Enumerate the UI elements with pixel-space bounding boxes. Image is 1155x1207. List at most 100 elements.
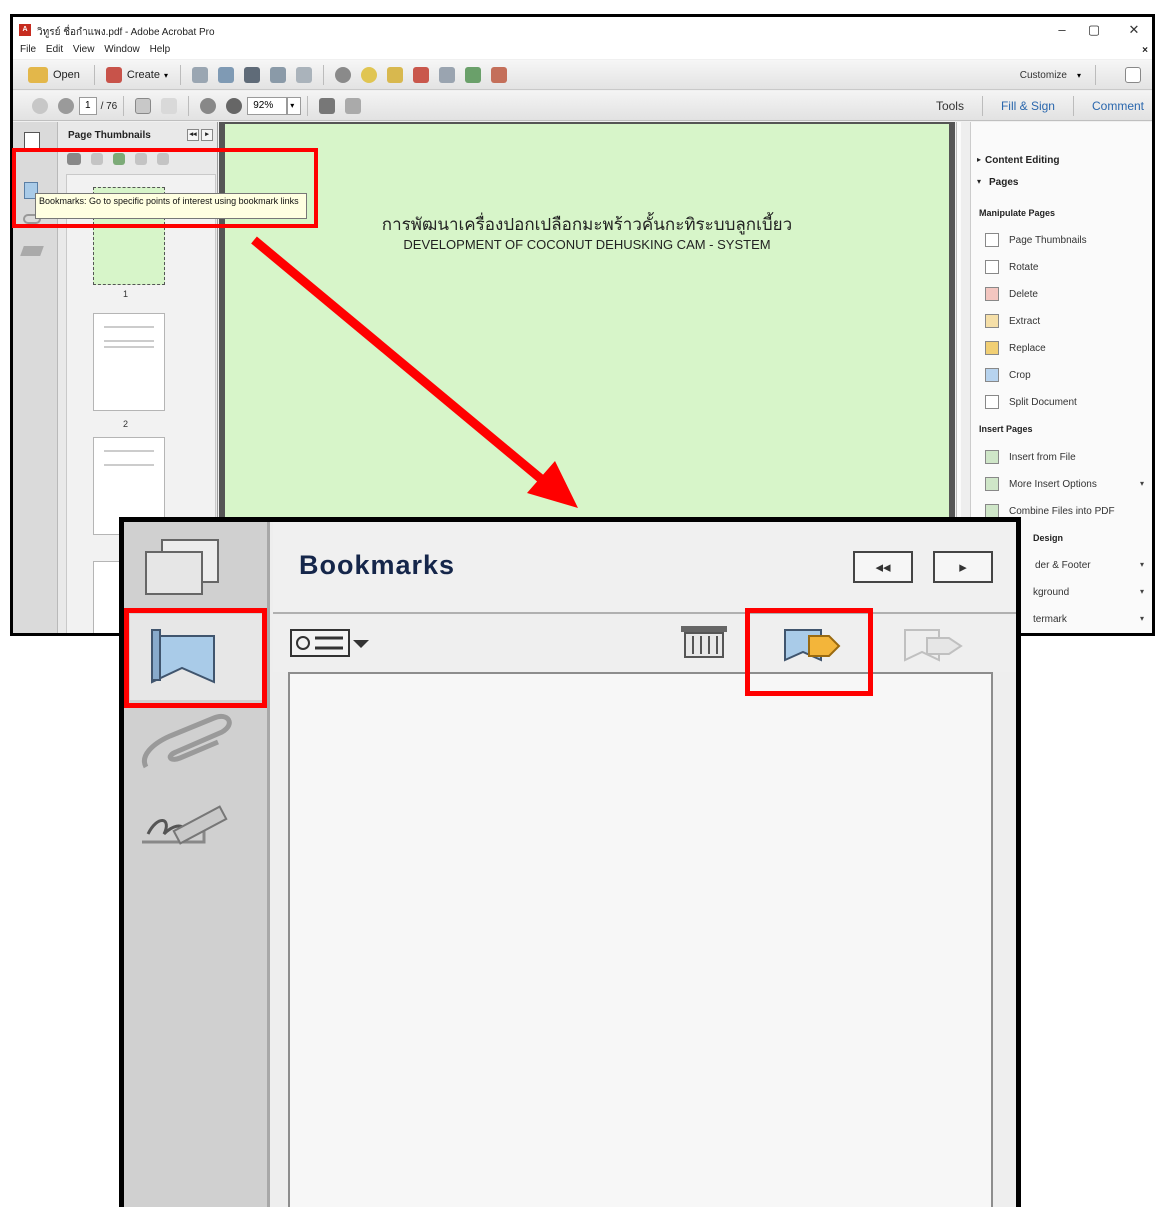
bookmarks-list[interactable] bbox=[288, 672, 993, 1207]
rotate-page-icon[interactable] bbox=[438, 67, 455, 83]
panel-options-icon[interactable]: ▸ bbox=[201, 129, 213, 141]
form-icon[interactable] bbox=[490, 67, 507, 83]
tool-more-insert-options[interactable]: More Insert Options bbox=[1009, 479, 1097, 490]
menu-help[interactable]: Help bbox=[150, 44, 171, 55]
create-button[interactable]: Create bbox=[127, 69, 160, 81]
zoom-in-icon[interactable] bbox=[226, 98, 243, 114]
tool-background[interactable]: kground bbox=[1033, 587, 1069, 598]
content-editing-section[interactable]: Content Editing bbox=[985, 155, 1059, 166]
gear-icon[interactable] bbox=[334, 67, 351, 83]
comment-bubble-icon[interactable] bbox=[360, 67, 377, 83]
window-title: วิทูรย์ ชื่อกำแพง.pdf - Adobe Acrobat Pr… bbox=[37, 27, 215, 38]
customize-dropdown-icon[interactable]: ▾ bbox=[1077, 71, 1081, 80]
page-total: / 76 bbox=[100, 100, 118, 112]
save-icon[interactable] bbox=[191, 67, 208, 83]
title-bar: A วิทูรย์ ชื่อกำแพง.pdf - Adobe Acrobat … bbox=[13, 17, 1152, 43]
collapse-panel-button[interactable]: ◂◂ bbox=[853, 551, 913, 583]
paperclip-icon[interactable] bbox=[142, 714, 232, 769]
tool-crop[interactable]: Crop bbox=[1009, 370, 1031, 381]
tool-header-footer[interactable]: der & Footer bbox=[1035, 560, 1091, 571]
page-thumbnails-icon[interactable] bbox=[145, 539, 219, 595]
next-page-icon[interactable] bbox=[58, 98, 74, 114]
chevron-down-icon: ▾ bbox=[977, 177, 982, 186]
close-window-button[interactable]: ✕ bbox=[1124, 22, 1144, 38]
tool-split-document[interactable]: Split Document bbox=[1009, 397, 1077, 408]
thumbnails-title: Page Thumbnails bbox=[68, 130, 151, 141]
document-title-english: DEVELOPMENT OF COCONUT DEHUSKING CAM - S… bbox=[403, 237, 771, 252]
collapse-panel-icon[interactable]: ◂◂ bbox=[187, 129, 199, 141]
dropdown-arrow-icon[interactable]: ▾ bbox=[1140, 614, 1144, 623]
zoom-level-input[interactable]: 92% bbox=[247, 97, 288, 115]
zoom-dropdown-icon[interactable]: ▾ bbox=[287, 97, 302, 115]
fit-page-icon[interactable] bbox=[319, 98, 336, 114]
tool-delete[interactable]: Delete bbox=[1009, 289, 1038, 300]
previous-page-icon[interactable] bbox=[32, 98, 48, 114]
dropdown-arrow-icon[interactable]: ▾ bbox=[1140, 560, 1144, 569]
menu-file[interactable]: File bbox=[20, 44, 36, 55]
customize-button[interactable]: Customize bbox=[1020, 70, 1067, 81]
select-tool-icon[interactable] bbox=[135, 98, 152, 114]
minimize-button[interactable]: – bbox=[1052, 22, 1072, 37]
page-thumbnail-2[interactable] bbox=[93, 313, 165, 411]
tool-replace[interactable]: Replace bbox=[1009, 343, 1046, 354]
edit-icon[interactable] bbox=[269, 67, 286, 83]
bookmarks-header: Bookmarks ◂◂ ▸ bbox=[273, 522, 1016, 614]
pdf-app-icon: A bbox=[19, 24, 31, 36]
insert-page-icon[interactable] bbox=[464, 67, 481, 83]
panel-options-button[interactable]: ▸ bbox=[933, 551, 993, 583]
main-toolbar: Open Create ▾ Customize ▾ bbox=[13, 60, 1152, 90]
split-document-icon bbox=[985, 395, 999, 409]
menu-view[interactable]: View bbox=[73, 44, 95, 55]
create-dropdown-icon[interactable]: ▾ bbox=[164, 71, 168, 80]
crop-icon bbox=[985, 368, 999, 382]
tool-page-thumbnails[interactable]: Page Thumbnails bbox=[1009, 235, 1087, 246]
extract-icon bbox=[985, 314, 999, 328]
close-document-button[interactable]: × bbox=[1142, 44, 1148, 58]
document-title-thai: การพัฒนาเครื่องปอกเปลือกมะพร้าวคั้นกะทิร… bbox=[381, 215, 793, 235]
highlight-bookmark-icon bbox=[124, 608, 267, 708]
design-heading: Design bbox=[1033, 533, 1064, 543]
full-screen-icon[interactable] bbox=[345, 98, 362, 114]
zoom-out-icon[interactable] bbox=[200, 98, 217, 114]
tab-tools[interactable]: Tools bbox=[936, 99, 964, 113]
dropdown-arrow-icon[interactable]: ▾ bbox=[1140, 479, 1144, 488]
signature-icon[interactable] bbox=[142, 805, 228, 845]
create-pdf-icon bbox=[105, 67, 122, 83]
restore-button[interactable]: ▢ bbox=[1084, 22, 1104, 38]
combine-files-icon bbox=[985, 504, 999, 518]
tab-fill-sign[interactable]: Fill & Sign bbox=[1001, 99, 1055, 113]
insert-pages-heading: Insert Pages bbox=[979, 424, 1033, 434]
expand-icon[interactable] bbox=[1125, 67, 1141, 83]
page-number-input[interactable]: 1 bbox=[79, 97, 97, 115]
hand-tool-icon[interactable] bbox=[161, 98, 178, 114]
insert-from-file-icon bbox=[985, 450, 999, 464]
bookmarks-toolbar bbox=[273, 616, 1016, 672]
highlight-bookmark-area bbox=[12, 148, 318, 228]
new-bookmark-from-structure-icon[interactable] bbox=[904, 629, 963, 662]
open-button[interactable]: Open bbox=[53, 69, 80, 81]
tool-extract[interactable]: Extract bbox=[1009, 316, 1040, 327]
dropdown-arrow-icon[interactable]: ▾ bbox=[1140, 587, 1144, 596]
print-icon[interactable] bbox=[243, 67, 260, 83]
signature-icon[interactable] bbox=[20, 246, 44, 256]
cloud-upload-icon[interactable] bbox=[217, 67, 234, 83]
menu-edit[interactable]: Edit bbox=[46, 44, 63, 55]
tool-watermark[interactable]: termark bbox=[1033, 614, 1067, 625]
pages-section[interactable]: Pages bbox=[989, 177, 1018, 188]
highlight-new-bookmark-button bbox=[745, 608, 873, 696]
trash-icon[interactable] bbox=[681, 626, 727, 658]
tool-insert-from-file[interactable]: Insert from File bbox=[1009, 452, 1076, 463]
tool-rotate[interactable]: Rotate bbox=[1009, 262, 1038, 273]
email-icon[interactable] bbox=[295, 67, 312, 83]
sticky-note-icon[interactable] bbox=[386, 67, 403, 83]
delete-icon bbox=[985, 287, 999, 301]
page-thumbnails-icon bbox=[985, 233, 999, 247]
options-menu-icon[interactable] bbox=[290, 629, 369, 657]
thumbnails-header: Page Thumbnails ◂◂ ▸ bbox=[58, 122, 217, 148]
tab-comment[interactable]: Comment bbox=[1092, 99, 1144, 113]
tool-combine-files[interactable]: Combine Files into PDF bbox=[1009, 506, 1115, 517]
menu-bar: File Edit View Window Help × bbox=[13, 43, 1152, 59]
bookmarks-title: Bookmarks bbox=[299, 550, 456, 580]
delete-page-icon[interactable] bbox=[412, 67, 429, 83]
menu-window[interactable]: Window bbox=[104, 44, 140, 55]
